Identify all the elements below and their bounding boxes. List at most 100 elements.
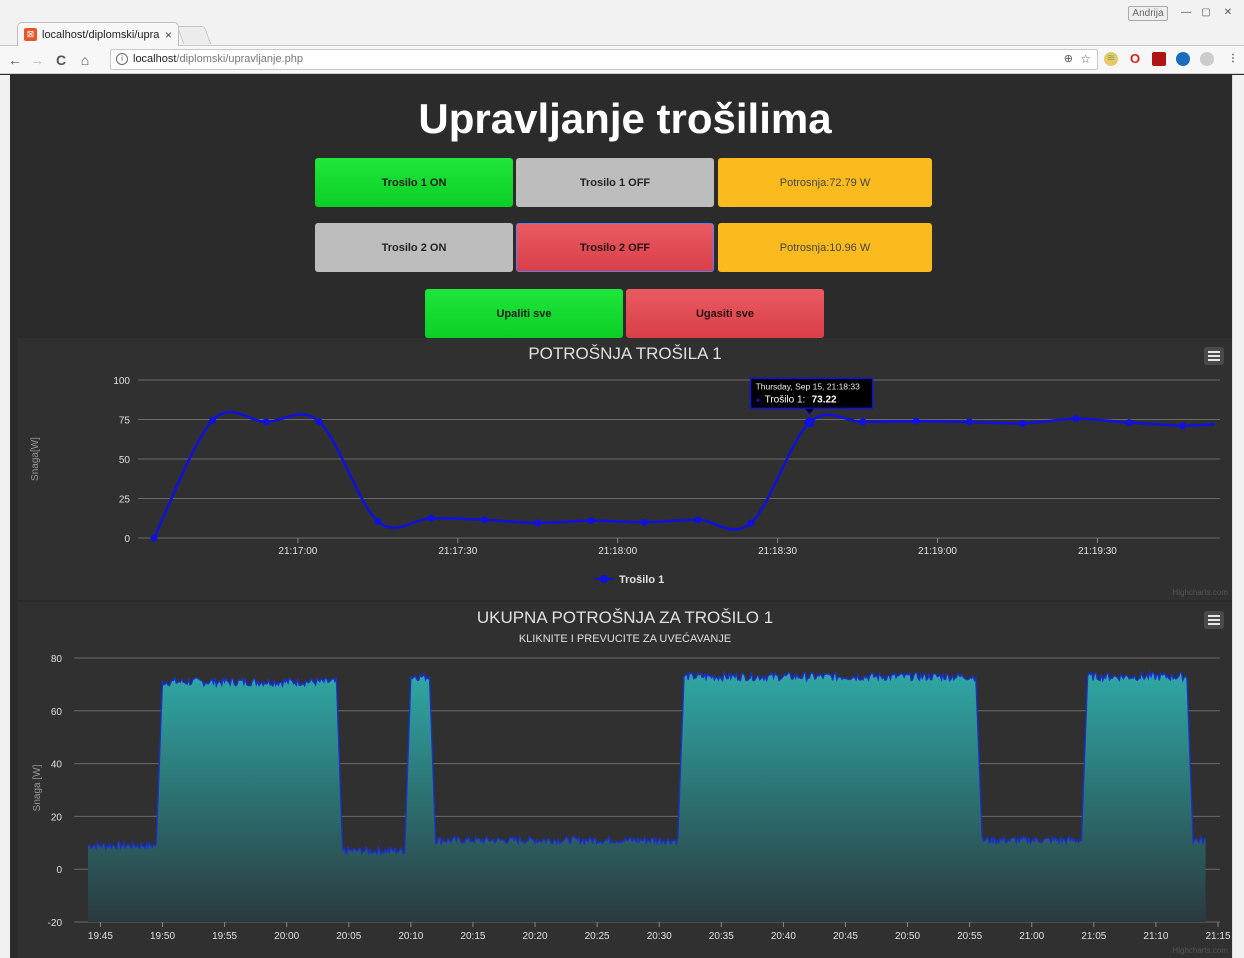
trosilo1-off-button[interactable]: Trosilo 1 OFF [516, 158, 714, 207]
chart1-tooltip-value: 73.22 [812, 394, 837, 405]
chart2-xtick: 21:05 [1081, 931, 1106, 942]
page-title: Upravljanje trošilima [418, 95, 832, 142]
browser-toolbar: ← → C ⌂ i localhost/diplomski/upravljanj… [0, 46, 1244, 74]
extension-icon-4[interactable] [1176, 52, 1190, 66]
chart2-area-fill [88, 672, 1206, 922]
chart2-xtick: 20:30 [647, 931, 672, 942]
chart2-xtick: 20:40 [771, 931, 796, 942]
chart1-point [150, 534, 158, 542]
chart2-ytick: 20 [51, 812, 63, 823]
chart2-ytick: 80 [51, 654, 63, 665]
url-host: localhost [133, 53, 177, 65]
chart1-point [587, 517, 595, 525]
profile-button[interactable]: Andrija [1128, 6, 1168, 21]
browser-menu-icon[interactable]: ⋮ [1226, 52, 1240, 66]
chart1-tooltip-series: Trošilo 1: [765, 394, 806, 405]
minimize-icon[interactable]: — [1178, 6, 1194, 21]
chart1-xtick: 21:17:00 [278, 546, 317, 557]
chart2-xtick: 20:50 [895, 931, 920, 942]
chart2-xtick: 20:45 [833, 931, 858, 942]
zoom-icon[interactable]: ⊕ [1064, 50, 1073, 69]
chart2-xtick: 19:55 [212, 931, 237, 942]
chart1-point [262, 418, 270, 426]
chart1-ytick: 100 [113, 376, 130, 387]
chart1-point [1179, 422, 1187, 430]
chart2-xtick: 19:50 [150, 931, 175, 942]
chart1-plot: 0 25 50 75 100 21:17:00 21:17:30 21:18:00 21:18:… [30, 376, 1220, 586]
reload-icon[interactable]: C [52, 51, 70, 69]
all-off-button[interactable]: Ugasiti sve [626, 289, 824, 338]
maximize-icon[interactable]: ▢ [1198, 6, 1214, 21]
chart1-ytick: 50 [119, 455, 131, 466]
chart1-tooltip: Thursday, Sep 15, 21:18:33 ● Trošilo 1: 73.… [749, 377, 874, 416]
browser-tab[interactable]: ⊠ localhost/diplomski/upra × [17, 22, 179, 46]
chart1-point [427, 514, 435, 522]
chart1-point [1019, 419, 1027, 427]
chart1-legend-marker [600, 575, 608, 583]
new-tab-button[interactable] [176, 26, 212, 44]
opera-extension-icon[interactable]: O [1128, 52, 1142, 66]
chart2-xtick: 21:00 [1019, 931, 1044, 942]
info-icon[interactable]: i [116, 53, 128, 65]
chart1-point [640, 518, 648, 526]
page-scrollbar[interactable] [1232, 75, 1244, 958]
chart1-tooltip-date: Thursday, Sep 15, 21:18:33 [756, 381, 861, 391]
chart2-xtick: 20:10 [398, 931, 423, 942]
trosilo1-power-display: Potrosnja:72.79 W [718, 158, 932, 207]
chart2-xtick: 21:15 [1205, 931, 1230, 942]
chart1-point [965, 418, 973, 426]
chart1-legend-label: Trošilo 1 [619, 574, 664, 586]
trosilo2-off-button[interactable]: Trosilo 2 OFF [516, 223, 714, 272]
chart1-xtick: 21:19:00 [918, 546, 957, 557]
tab-title: localhost/diplomski/upra [42, 28, 160, 41]
chart2-xtick: 20:05 [336, 931, 361, 942]
extension-icon-3[interactable] [1152, 52, 1166, 66]
total-power-chart[interactable]: UKUPNA POTROŠNJA ZA TROŠILO 1 KLIKNITE I… [18, 602, 1232, 958]
chart2-xtick: 20:00 [274, 931, 299, 942]
chart1-point [209, 416, 217, 424]
home-icon[interactable]: ⌂ [76, 51, 94, 69]
chart1-xtick: 21:18:30 [758, 546, 797, 557]
chart1-point [694, 516, 702, 524]
chart2-ytick: 0 [56, 865, 62, 876]
chart2-xtick: 20:25 [585, 931, 610, 942]
address-bar[interactable]: i localhost/diplomski/upravljanje.php ⊕ … [110, 49, 1098, 70]
chart1-ylabel: Snaga[W] [30, 437, 41, 481]
live-power-chart[interactable]: POTROŠNJA TROŠILA 1 0 25 50 75 100 21:17:00 21… [18, 338, 1232, 600]
chart1-tooltip-dot: ● [756, 395, 761, 404]
chart1-point [1125, 419, 1133, 427]
chart1-xtick: 21:17:30 [438, 546, 477, 557]
chart2-xtick: 21:10 [1143, 931, 1168, 942]
chart1-ytick: 0 [124, 534, 130, 545]
bookmark-star-icon[interactable]: ☆ [1080, 50, 1091, 69]
chart1-xtick: 21:19:30 [1078, 546, 1117, 557]
trosilo2-on-button[interactable]: Trosilo 2 ON [315, 223, 513, 272]
trosilo2-power-display: Potrosnja:10.96 W [718, 223, 932, 272]
chart1-tooltip-arrow [803, 407, 816, 416]
chart1-point [912, 417, 920, 425]
chart2-ytick: 60 [51, 707, 63, 718]
chart1-point [374, 517, 382, 525]
extension-icon-5[interactable] [1200, 52, 1214, 66]
chart1-point [747, 519, 755, 527]
chart1-point [859, 418, 867, 426]
extension-icon-1[interactable]: ≋ [1104, 52, 1118, 66]
chart1-point [1072, 415, 1080, 423]
chart1-credits[interactable]: Highcharts.com [1172, 588, 1228, 597]
chart2-credits[interactable]: Highcharts.com [1172, 946, 1228, 955]
forward-icon[interactable]: → [28, 51, 46, 69]
chart1-point [534, 519, 542, 527]
chart1-point [480, 516, 488, 524]
all-on-button[interactable]: Upaliti sve [425, 289, 623, 338]
close-window-icon[interactable]: ✕ [1220, 6, 1236, 21]
chart2-ylabel: Snaga [W] [32, 764, 43, 811]
back-icon[interactable]: ← [6, 51, 24, 69]
chart2-ytick: 40 [51, 760, 63, 771]
chart1-point [315, 418, 323, 426]
url-path: /diplomski/upravljanje.php [176, 53, 303, 65]
left-frame [0, 75, 10, 958]
browser-titlebar: ⊠ localhost/diplomski/upra × Andrija — ▢… [0, 0, 1244, 46]
chart1-point [804, 417, 815, 428]
trosilo1-on-button[interactable]: Trosilo 1 ON [315, 158, 513, 207]
close-tab-icon[interactable]: × [165, 28, 172, 42]
